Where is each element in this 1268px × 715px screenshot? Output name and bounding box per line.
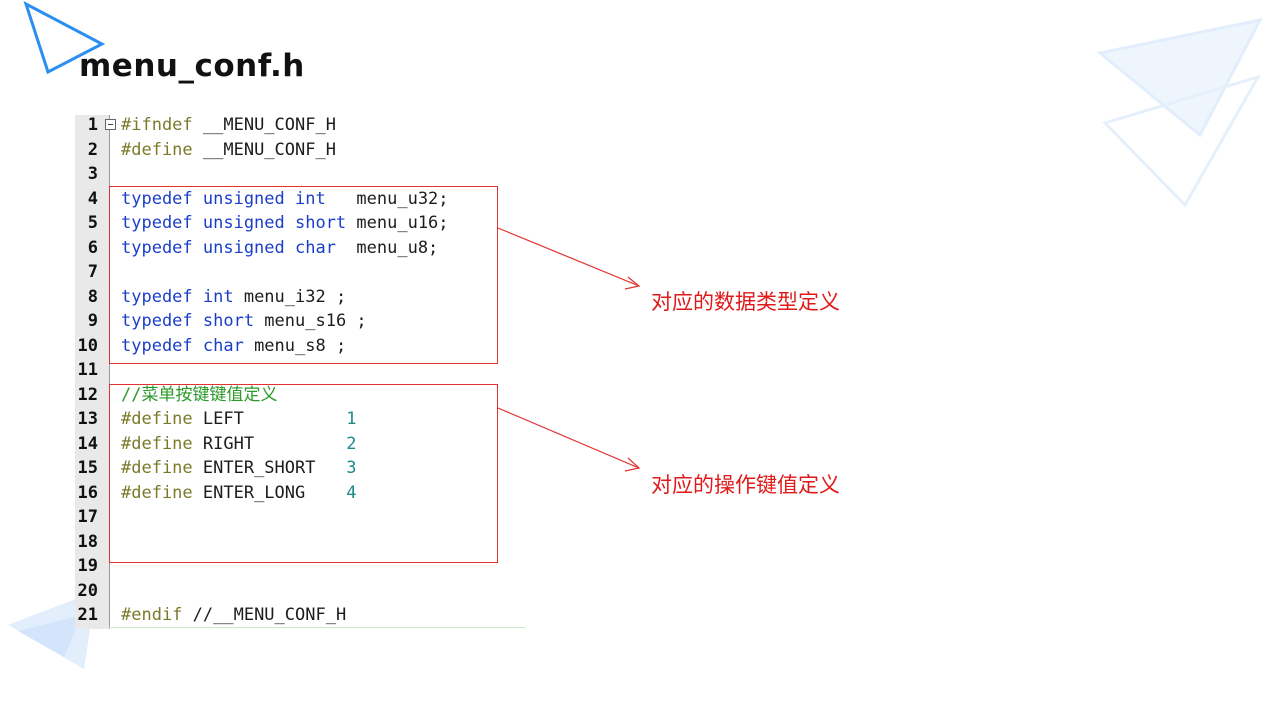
code-token: __MENU_CONF_H xyxy=(192,115,336,135)
editor-bottom-line xyxy=(109,627,525,628)
slide-title: menu_conf.h xyxy=(79,48,305,84)
code-line[interactable]: #define __MENU_CONF_H xyxy=(121,138,336,163)
line-number: 16 xyxy=(77,482,98,503)
line-number: 4 xyxy=(87,188,98,209)
fold-toggle-icon[interactable] xyxy=(105,119,116,130)
line-number: 14 xyxy=(77,433,98,454)
line-number: 13 xyxy=(77,409,98,429)
line-number: 12 xyxy=(77,384,98,405)
line-number: 3 xyxy=(87,164,98,184)
line-number: 15 xyxy=(77,458,98,478)
decor-triangles-icon xyxy=(1096,17,1263,208)
line-number: 19 xyxy=(77,556,98,576)
annotation-data-types: 对应的数据类型定义 xyxy=(651,290,840,314)
code-line[interactable]: #ifndef __MENU_CONF_H xyxy=(121,113,336,138)
line-number: 21 xyxy=(77,605,98,625)
typedef-highlight-box xyxy=(109,186,498,364)
code-token: #define xyxy=(121,139,193,160)
arrow-icon xyxy=(497,407,641,472)
code-token: #endif xyxy=(121,605,183,625)
line-number: 20 xyxy=(77,580,98,601)
line-number: 10 xyxy=(77,335,98,356)
arrow-icon xyxy=(497,227,641,290)
line-number: 6 xyxy=(87,237,98,258)
keydefine-highlight-box xyxy=(109,384,498,563)
line-number: 18 xyxy=(77,531,98,552)
line-number: 9 xyxy=(87,311,98,331)
line-number: 7 xyxy=(87,262,98,282)
code-token: __MENU_CONF_H xyxy=(192,139,336,160)
code-token: #ifndef xyxy=(121,115,193,135)
line-number: 2 xyxy=(87,139,98,160)
line-number: 17 xyxy=(77,507,98,527)
line-number: 8 xyxy=(87,286,98,307)
line-number: 5 xyxy=(87,213,98,233)
line-number: 11 xyxy=(77,360,98,380)
annotation-key-values: 对应的操作键值定义 xyxy=(651,473,840,497)
code-line[interactable]: #endif //__MENU_CONF_H xyxy=(121,603,346,628)
line-number: 1 xyxy=(87,115,98,135)
code-token: //__MENU_CONF_H xyxy=(182,605,347,625)
